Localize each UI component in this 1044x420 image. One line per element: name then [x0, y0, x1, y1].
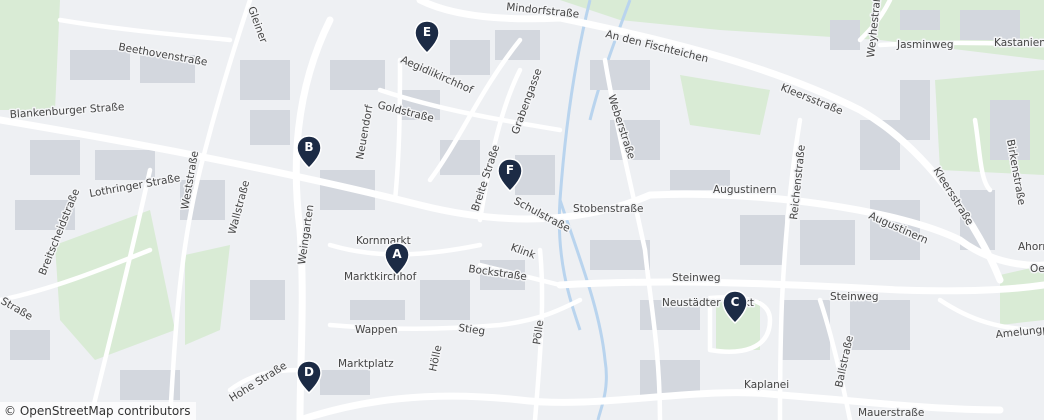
- basemap: Beethovenstraße Blankenburger Straße Wes…: [0, 0, 1044, 420]
- street-label: Neuendorf: [354, 104, 375, 161]
- marker-label: F: [505, 163, 515, 177]
- street-label: Mauerstraße: [858, 407, 924, 419]
- copyright-symbol: ©: [4, 404, 16, 418]
- map-marker-e[interactable]: E: [414, 20, 440, 54]
- street-label: Kaplanei: [744, 379, 789, 391]
- street-label: Stobenstraße: [573, 203, 643, 215]
- attribution-link[interactable]: OpenStreetMap contributors: [20, 404, 191, 418]
- marker-label: A: [392, 247, 402, 261]
- street-label: Straße: [0, 295, 34, 323]
- marker-label: D: [304, 365, 314, 379]
- street-label: Jasminweg: [896, 39, 954, 51]
- street-label: Pölle: [531, 319, 546, 345]
- street-label: Ahorn: [1018, 241, 1044, 253]
- street-label: Hohe Straße: [227, 360, 289, 405]
- street-label: Augustinern: [713, 184, 777, 196]
- map-marker-d[interactable]: D: [296, 360, 322, 394]
- map-attribution[interactable]: © OpenStreetMap contributors: [0, 402, 197, 420]
- street-label: Klink: [509, 242, 538, 262]
- marker-label: B: [304, 140, 314, 154]
- street-label: Kastanienstraße: [994, 37, 1044, 49]
- map-view[interactable]: Beethovenstraße Blankenburger Straße Wes…: [0, 0, 1044, 420]
- street-label: Wallstraße: [226, 179, 252, 236]
- street-label: Hölle: [427, 344, 444, 373]
- map-marker-c[interactable]: C: [722, 290, 748, 324]
- street-label: Stieg: [458, 322, 486, 338]
- street-label: Marktplatz: [338, 358, 394, 370]
- street-label: Steinweg: [672, 272, 721, 284]
- street-label: Wappen: [355, 324, 398, 336]
- street-label: Gleiner: [245, 5, 269, 45]
- street-label: Steinweg: [830, 291, 879, 303]
- map-marker-a[interactable]: A: [384, 242, 410, 276]
- street-label: Oe: [1030, 263, 1044, 275]
- map-marker-b[interactable]: B: [296, 135, 322, 169]
- street-label: Reichenstraße: [788, 144, 808, 220]
- map-marker-f[interactable]: F: [497, 158, 523, 192]
- marker-label: C: [730, 295, 740, 309]
- marker-label: E: [422, 25, 432, 39]
